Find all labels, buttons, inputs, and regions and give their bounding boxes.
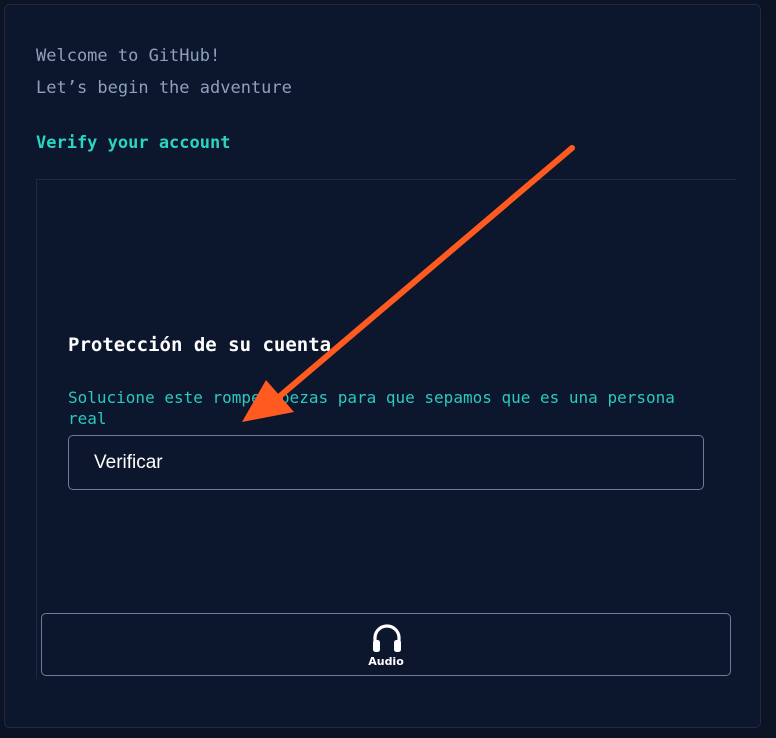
audio-challenge-button[interactable]: Audio bbox=[41, 613, 731, 676]
captcha-description: Solucione este rompecabezas para que sep… bbox=[68, 388, 675, 428]
verify-button[interactable]: Verificar bbox=[68, 435, 704, 490]
verify-account-heading: Verify your account bbox=[36, 133, 231, 153]
audio-button-label: Audio bbox=[368, 655, 404, 668]
headphones-icon bbox=[373, 624, 401, 652]
captcha-title: Protección de su cuenta bbox=[68, 334, 332, 356]
welcome-line-1: Welcome to GitHub! bbox=[36, 46, 221, 66]
verify-button-label: Verificar bbox=[94, 452, 163, 473]
welcome-message: Welcome to GitHub! Let’s begin the adven… bbox=[36, 40, 292, 104]
captcha-frame bbox=[36, 179, 736, 679]
welcome-line-2: Let’s begin the adventure bbox=[36, 78, 292, 98]
